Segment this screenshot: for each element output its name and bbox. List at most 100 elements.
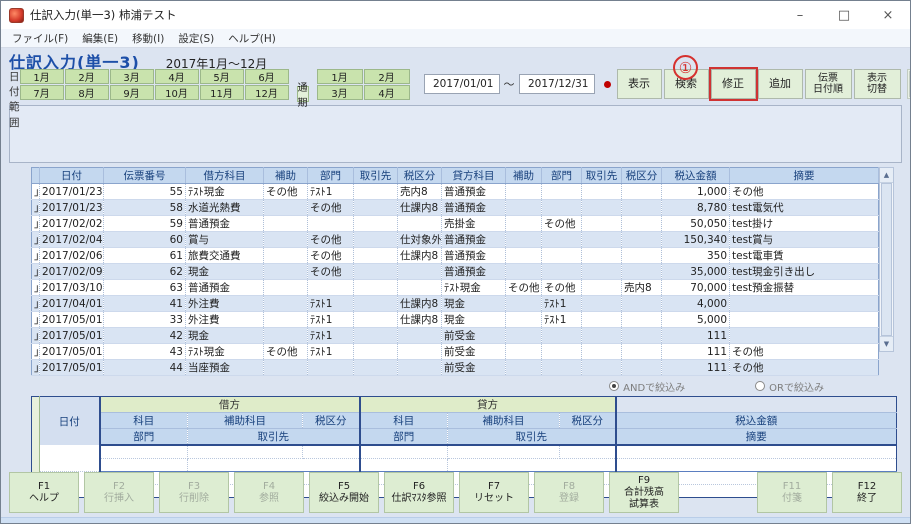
entry-cell[interactable]: [447, 458, 617, 472]
cell-cs: [505, 183, 542, 200]
date-to-input[interactable]: [518, 74, 595, 94]
table-row[interactable]: 」2017/05/0142現金 ﾃｽﾄ1 前受金 111: [31, 327, 879, 344]
scroll-up-icon[interactable]: ▲: [880, 168, 893, 183]
table-row[interactable]: 」2017/03/1063普通預金ﾃｽﾄ現金その他その他売内870,000tes…: [31, 279, 879, 296]
title-bar: 仕訳入力(単一3) 柿浦テスト – □ ×: [1, 1, 910, 29]
month-button-11月[interactable]: 11月: [199, 85, 244, 100]
month-button-8月[interactable]: 8月: [64, 85, 109, 100]
vertical-scrollbar[interactable]: ▲ ▼: [879, 167, 894, 352]
close-button[interactable]: ×: [866, 1, 910, 29]
next-month-button-4月[interactable]: 4月: [363, 85, 410, 100]
display-switch-button[interactable]: 表示 切替: [853, 69, 901, 99]
row-journal-icon: 」: [31, 231, 40, 248]
display-button[interactable]: 表示: [616, 69, 662, 99]
table-row[interactable]: 」2017/02/0962現金 その他 普通預金 35,000test現金引き出し: [31, 263, 879, 280]
cell-dt: 仕課内8: [397, 295, 442, 312]
fusen-up-button[interactable]: 付箋▲: [908, 71, 910, 97]
fkey-f4-button[interactable]: F4 参照: [234, 472, 304, 513]
maximize-button[interactable]: □: [822, 1, 866, 29]
entry-cell[interactable]: [447, 445, 561, 459]
cell-memo: test電気代: [729, 199, 879, 216]
fkey-f11-button[interactable]: F11 付箋: [757, 472, 827, 513]
journal-grid-area: 日付 伝票番号 借方科目 補助 部門 取引先 税区分 貸方科目 補助 部門 取引先 税区分 税込金額 摘要…: [31, 167, 902, 376]
entry-cell[interactable]: [187, 445, 303, 459]
row-journal-icon: 」: [31, 183, 40, 200]
month-button-10月[interactable]: 10月: [154, 85, 199, 100]
fkey-f6-button[interactable]: F6 仕訳ﾏｽﾀ参照: [384, 472, 454, 513]
scroll-down-icon[interactable]: ▼: [880, 336, 893, 351]
month-button-9月[interactable]: 9月: [109, 85, 154, 100]
minimize-button[interactable]: –: [778, 1, 822, 29]
entry-cell[interactable]: [614, 458, 897, 472]
cell-memo: [729, 327, 879, 344]
fkey-f1-button[interactable]: F1 ヘルプ: [9, 472, 79, 513]
table-row[interactable]: 」2017/02/0259普通預金 売掛金 その他 50,050test掛け: [31, 215, 879, 232]
cell-dd: ﾃｽﾄ1: [307, 295, 354, 312]
table-row[interactable]: 」2017/02/0460賞与 その他 仕対象外普通預金 150,340test賞与: [31, 231, 879, 248]
window-title: 仕訳入力(単一3) 柿浦テスト: [30, 8, 177, 22]
table-row[interactable]: 」2017/05/0143ﾃｽﾄ現金その他ﾃｽﾄ1前受金111その他: [31, 343, 879, 360]
cell-cs: [505, 359, 542, 376]
menu-item-3[interactable]: 設定(S): [171, 31, 221, 46]
fkey-f7-button[interactable]: F7 リセット: [459, 472, 529, 513]
entry-cell[interactable]: [358, 445, 449, 459]
entry-cell[interactable]: [98, 445, 188, 459]
cell-cd: [541, 343, 582, 360]
menu-item-4[interactable]: ヘルプ(H): [221, 31, 283, 46]
cell-no: 33: [103, 311, 186, 328]
menu-item-2[interactable]: 移動(I): [125, 31, 171, 46]
fkey-f9-button[interactable]: F9 合計残高 試算表: [609, 472, 679, 513]
next-month-button-2月[interactable]: 2月: [363, 69, 410, 84]
next-month-button-1月[interactable]: 1月: [316, 69, 363, 84]
month-button-2月[interactable]: 2月: [64, 69, 109, 84]
date-inputs: ～: [423, 74, 617, 94]
entry-cell[interactable]: [187, 458, 361, 472]
fkey-f8-button[interactable]: F8 登録: [534, 472, 604, 513]
month-button-4月[interactable]: 4月: [154, 69, 199, 84]
month-button-7月[interactable]: 7月: [19, 85, 64, 100]
entry-cell[interactable]: [559, 445, 617, 459]
entry-cell[interactable]: [614, 445, 897, 459]
entry-cell[interactable]: [358, 458, 449, 472]
radio-and-filter[interactable]: ANDで絞込み: [609, 379, 685, 394]
full-period-button[interactable]: 通期: [296, 83, 309, 109]
cell-cp: [581, 183, 622, 200]
modify-button[interactable]: 修正: [708, 67, 758, 101]
entry-cell[interactable]: [98, 458, 188, 472]
next-month-button-3月[interactable]: 3月: [316, 85, 363, 100]
menu-item-1[interactable]: 編集(E): [75, 31, 125, 46]
voucher-date-order-button[interactable]: 伝票 日付順: [804, 69, 852, 99]
fkey-f12-button[interactable]: F12 終了: [832, 472, 902, 513]
month-button-6月[interactable]: 6月: [244, 69, 289, 84]
menu-item-0[interactable]: ファイル(F): [5, 31, 75, 46]
fkey-f5-button[interactable]: F5 絞込み開始: [309, 472, 379, 513]
function-key-bar: F1 ヘルプ F2 行挿入 F3 行削除 F4 参照 F5 絞込み開始 F6 仕訳ﾏｽﾀ参照 F7 リセッ…: [9, 472, 902, 513]
month-button-5月[interactable]: 5月: [199, 69, 244, 84]
table-row[interactable]: 」2017/04/0141外注費 ﾃｽﾄ1 仕課内8現金 ﾃｽﾄ1 4,000: [31, 295, 879, 312]
cell-d: 2017/02/06: [39, 247, 104, 264]
table-row[interactable]: 」2017/01/2355ﾃｽﾄ現金その他ﾃｽﾄ1売内8普通預金1,000その他: [31, 183, 879, 200]
fkey-f3-button[interactable]: F3 行削除: [159, 472, 229, 513]
cell-dd: [307, 215, 354, 232]
cell-memo: その他: [729, 359, 879, 376]
cell-no: 58: [103, 199, 186, 216]
cell-no: 44: [103, 359, 186, 376]
table-row[interactable]: 」2017/01/2358水道光熱費 その他 仕課内8普通預金 8,780test電気…: [31, 199, 879, 216]
month-button-3月[interactable]: 3月: [109, 69, 154, 84]
entry-date-cell[interactable]: [39, 445, 100, 472]
column-header-2: 借方科目: [185, 167, 264, 184]
month-button-12月[interactable]: 12月: [244, 85, 289, 100]
cell-ds: [263, 215, 308, 232]
add-button[interactable]: 追加: [757, 69, 803, 99]
entry-cell[interactable]: [302, 445, 361, 459]
cell-ds: [263, 279, 308, 296]
entry-debit-tax-header: 税区分: [302, 412, 361, 429]
radio-or-filter[interactable]: ORで絞込み: [755, 379, 824, 394]
date-from-input[interactable]: [423, 74, 500, 94]
table-row[interactable]: 」2017/05/0133外注費 ﾃｽﾄ1 仕課内8現金 ﾃｽﾄ1 5,000: [31, 311, 879, 328]
month-button-1月[interactable]: 1月: [19, 69, 64, 84]
table-row[interactable]: 」2017/02/0661旅費交通費 その他 仕課内8普通預金 350test電車賃: [31, 247, 879, 264]
fkey-f2-button[interactable]: F2 行挿入: [84, 472, 154, 513]
table-row[interactable]: 」2017/05/0144当座預金 前受金 111その他: [31, 359, 879, 376]
scrollbar-thumb[interactable]: [881, 183, 892, 336]
